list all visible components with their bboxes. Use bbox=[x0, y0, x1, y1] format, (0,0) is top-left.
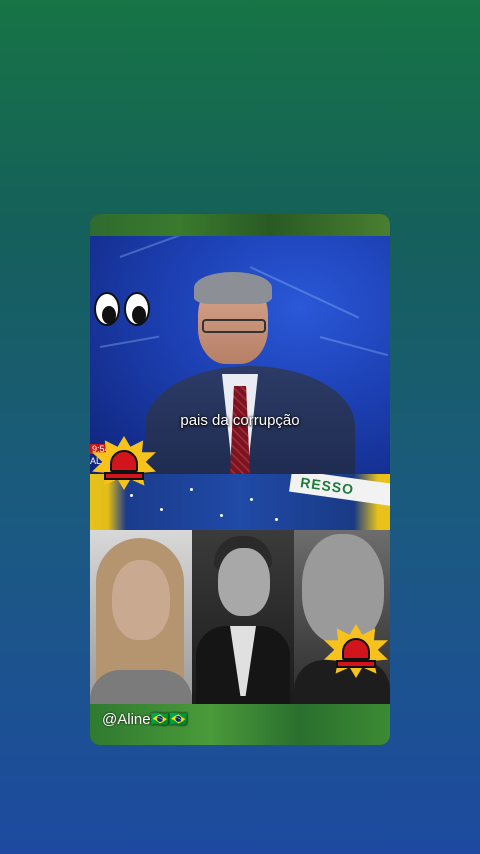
studio-light bbox=[119, 236, 234, 258]
flag-star bbox=[190, 488, 193, 491]
portrait-man-center bbox=[192, 530, 294, 704]
police-light-icon bbox=[92, 436, 156, 490]
portrait-clothes bbox=[90, 670, 192, 704]
flag-star bbox=[275, 518, 278, 521]
eye-right bbox=[124, 292, 150, 326]
eye-left bbox=[94, 292, 120, 326]
green-strip-top bbox=[90, 214, 390, 236]
flag-star bbox=[160, 508, 163, 511]
police-light-icon bbox=[324, 624, 388, 678]
creator-handle[interactable]: @Aline🇧🇷🇧🇷 bbox=[102, 710, 188, 728]
flag-band-text: RESSO bbox=[289, 474, 390, 509]
pupil bbox=[132, 306, 146, 324]
flag-star bbox=[220, 514, 223, 517]
portrait-face bbox=[218, 548, 270, 616]
anchor-hair bbox=[194, 272, 272, 304]
siren-dome bbox=[342, 638, 370, 660]
studio-light bbox=[99, 335, 160, 348]
flag-star bbox=[130, 494, 133, 497]
siren-base bbox=[104, 472, 144, 480]
siren-dome bbox=[110, 450, 138, 472]
siren-base bbox=[336, 660, 376, 668]
portrait-woman bbox=[90, 530, 192, 704]
studio-light bbox=[319, 336, 388, 357]
app-root: { "video": { "caption": "pais da corrupç… bbox=[0, 0, 480, 854]
pupil bbox=[102, 306, 116, 324]
portrait-face bbox=[112, 560, 170, 640]
flag-star bbox=[250, 498, 253, 501]
anchor-glasses bbox=[202, 319, 266, 333]
video-caption: pais da corrupção bbox=[180, 412, 300, 429]
